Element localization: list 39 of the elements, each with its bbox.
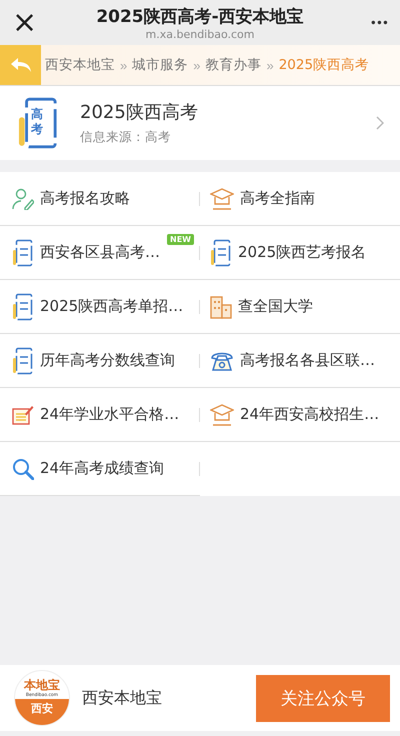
new-badge: NEW [167, 234, 194, 245]
exam-card-icon [12, 346, 34, 374]
page-title: 2025陕西高考-西安本地宝 [96, 6, 304, 28]
building-icon [210, 294, 232, 318]
link-item[interactable]: 西安各区县高考… NEW [0, 226, 200, 280]
link-item[interactable]: 2025陕西高考单招… [0, 280, 200, 334]
topic-title: 2025陕西高考 [80, 101, 199, 124]
link-item[interactable]: 24年西安高校招生… [200, 388, 400, 442]
graduation-cap-icon [210, 404, 234, 426]
back-arrow-icon [10, 57, 32, 73]
link-item[interactable]: 历年高考分数线查询 [0, 334, 200, 388]
notepad-icon [12, 404, 34, 424]
chevron-right-icon[interactable] [376, 116, 384, 130]
account-name: 西安本地宝 [82, 688, 163, 708]
graduation-cap-icon [210, 188, 234, 210]
link-item[interactable]: 高考报名各县区联… [200, 334, 400, 388]
link-item[interactable]: 2025陕西艺考报名 [200, 226, 400, 280]
exam-card-icon [12, 238, 34, 266]
breadcrumb-separator: » [266, 58, 274, 72]
exam-card-icon [12, 292, 34, 320]
breadcrumb-link[interactable]: 城市服务 [132, 56, 188, 74]
source-text: 信息来源：高考 [80, 129, 172, 146]
back-button[interactable] [0, 45, 41, 85]
link-item[interactable]: 24年高考成绩查询 [0, 442, 200, 496]
breadcrumb-separator: » [120, 58, 128, 72]
breadcrumb-separator: » [193, 58, 200, 72]
telephone-icon [210, 350, 234, 370]
page-url: m.xa.bendibao.com [146, 28, 254, 40]
search-icon [12, 458, 34, 480]
person-pen-icon [12, 188, 34, 210]
breadcrumb-link[interactable]: 西安本地宝 [45, 56, 115, 74]
link-item[interactable]: 高考报名攻略 [0, 172, 200, 226]
link-item[interactable]: 查全国大学 [200, 280, 400, 334]
link-item[interactable]: 24年学业水平合格… [0, 388, 200, 442]
more-button[interactable]: ••• [358, 16, 388, 30]
exam-card-icon [210, 238, 232, 266]
close-button[interactable]: × [12, 8, 42, 38]
breadcrumb-link[interactable]: 教育办事 [205, 56, 262, 74]
link-item[interactable]: 高考全指南 [200, 172, 400, 226]
